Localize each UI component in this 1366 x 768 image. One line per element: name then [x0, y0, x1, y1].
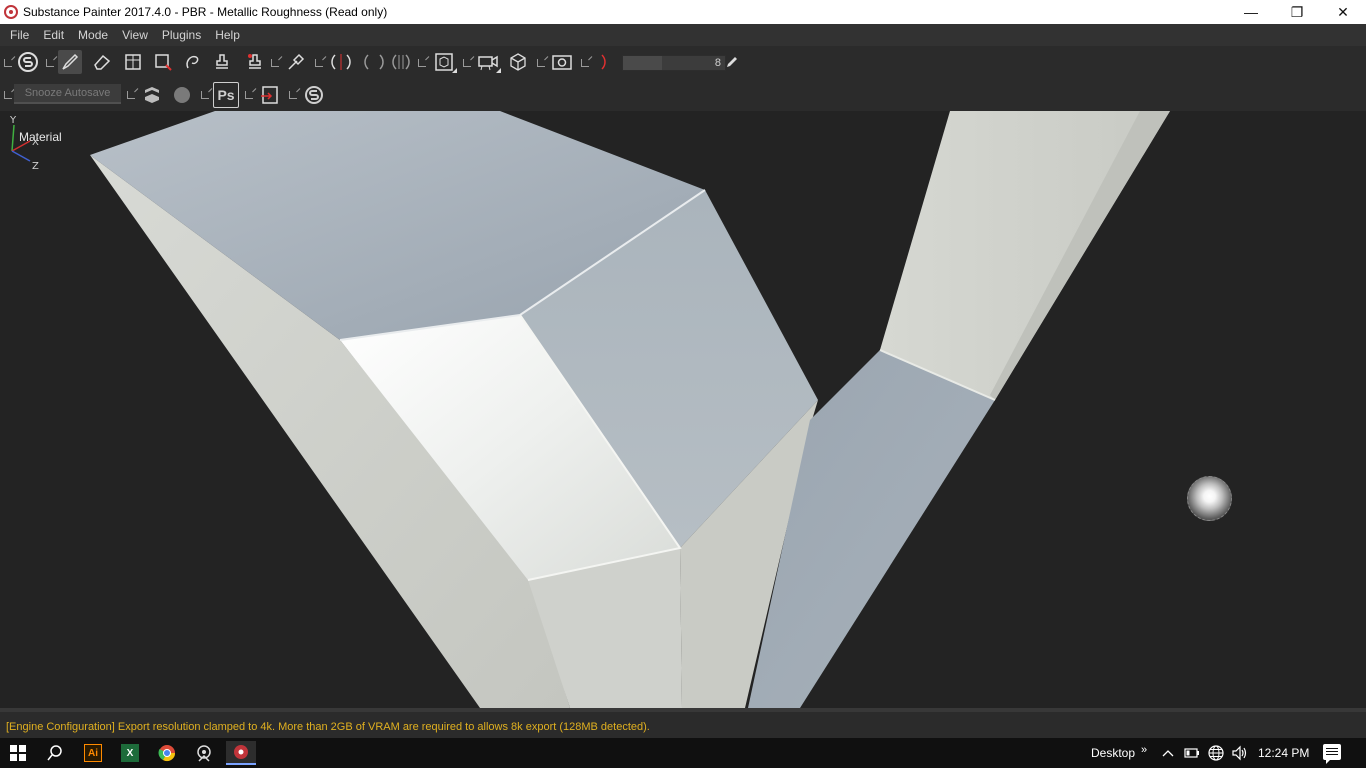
show-hidden-icons-chevron-up-icon[interactable] — [1159, 738, 1177, 768]
windows-taskbar: Ai X Desktop » 12:24 PM — [0, 738, 1366, 768]
toolbar-detach-icon[interactable] — [245, 91, 253, 99]
toolbar-detach-icon[interactable] — [4, 59, 12, 67]
symmetry-radial-icon[interactable] — [388, 50, 414, 74]
submenu-corner-icon — [496, 68, 501, 73]
axis-z-label: Z — [32, 161, 39, 169]
close-button[interactable]: ✕ — [1320, 0, 1366, 24]
toolbar-detach-icon[interactable] — [271, 59, 279, 67]
substance-source-icon[interactable] — [302, 83, 326, 107]
excel-icon[interactable]: X — [115, 741, 145, 765]
view-cube-icon[interactable] — [506, 50, 530, 74]
symmetry-x-icon[interactable] — [360, 50, 388, 74]
toolbar-detach-icon[interactable] — [127, 91, 135, 99]
system-clock[interactable]: 12:24 PM — [1258, 738, 1309, 768]
toolbar-detach-icon[interactable] — [315, 59, 323, 67]
tools-toolbar: 8 — [0, 46, 1366, 79]
polygon-fill-icon[interactable] — [151, 50, 175, 74]
photoshop-export-button[interactable]: Ps — [213, 82, 239, 108]
menu-help[interactable]: Help — [208, 24, 247, 46]
mesh-render — [90, 111, 1170, 708]
desktop-chevrons-icon[interactable]: » — [1141, 738, 1147, 768]
minimize-button[interactable]: — — [1228, 0, 1274, 24]
screenshot-camera-icon[interactable] — [550, 50, 574, 74]
status-bar: [Engine Configuration] Export resolution… — [0, 708, 1366, 738]
color-picker-icon[interactable] — [284, 50, 308, 74]
axis-x-label: X — [32, 137, 39, 148]
menu-bar: File Edit Mode View Plugins Help — [0, 24, 1366, 46]
menu-mode[interactable]: Mode — [71, 24, 115, 46]
battery-icon[interactable] — [1182, 738, 1202, 768]
restore-button[interactable]: ❐ — [1274, 0, 1320, 24]
brush-size-value: 8 — [714, 57, 721, 69]
3d-viewport[interactable]: Material Y X Z — [0, 111, 1366, 708]
submenu-corner-icon — [452, 68, 457, 73]
action-center-notification-icon[interactable] — [1323, 744, 1341, 764]
brush-size-fill — [623, 56, 662, 70]
pencil-edit-icon[interactable] — [723, 51, 741, 73]
toolbar-detach-icon[interactable] — [46, 59, 54, 67]
symmetry-red-icon[interactable] — [592, 50, 616, 74]
substance-painter-taskbar-icon[interactable] — [226, 741, 256, 765]
chrome-icon[interactable] — [152, 741, 182, 765]
toolbar-detach-icon[interactable] — [201, 91, 209, 99]
window-title: Substance Painter 2017.4.0 - PBR - Metal… — [23, 5, 388, 19]
menu-view[interactable]: View — [115, 24, 155, 46]
desktop-toolbar-label[interactable]: Desktop — [1091, 738, 1135, 768]
resources-updater-icon[interactable] — [258, 83, 282, 107]
window-controls: — ❐ ✕ — [1228, 0, 1366, 24]
substance-painter-logo-icon — [4, 5, 18, 19]
excel-label: X — [121, 744, 139, 762]
substance-s-icon[interactable] — [140, 83, 164, 107]
eraser-icon[interactable] — [90, 50, 114, 74]
brush-size-slider[interactable]: 8 — [622, 55, 726, 71]
environment-light-handle[interactable] — [1187, 476, 1232, 521]
axis-gizmo-icon: Y X Z — [9, 115, 39, 169]
paint-brush-icon[interactable] — [58, 50, 82, 74]
material-picker-stamp-icon[interactable] — [243, 50, 267, 74]
windows-start-icon[interactable] — [3, 741, 33, 765]
title-bar: Substance Painter 2017.4.0 - PBR - Metal… — [0, 0, 1366, 24]
illustrator-icon[interactable]: Ai — [78, 741, 108, 765]
menu-plugins[interactable]: Plugins — [155, 24, 208, 46]
status-message: [Engine Configuration] Export resolution… — [6, 721, 650, 733]
clone-stamp-icon[interactable] — [210, 50, 234, 74]
toolbar-detach-icon[interactable] — [581, 59, 589, 67]
snooze-autosave-button[interactable]: Snooze Autosave — [14, 84, 121, 104]
volume-speaker-icon[interactable] — [1229, 738, 1251, 768]
menu-file[interactable]: File — [3, 24, 36, 46]
smudge-icon[interactable] — [180, 50, 204, 74]
toolbar-detach-icon[interactable] — [537, 59, 545, 67]
toolbar-detach-icon[interactable] — [418, 59, 426, 67]
network-globe-icon[interactable] — [1205, 738, 1227, 768]
illustrator-label: Ai — [84, 744, 102, 762]
sphere-icon[interactable] — [170, 83, 194, 107]
axis-y-label: Y — [9, 115, 17, 126]
toolbar-detach-icon[interactable] — [463, 59, 471, 67]
toolbar-detach-icon[interactable] — [289, 91, 297, 99]
symmetry-icon[interactable] — [326, 50, 356, 74]
app-unknown-icon[interactable] — [189, 741, 219, 765]
plugins-toolbar: Ps — [0, 79, 1366, 111]
substance-share-icon[interactable] — [16, 50, 40, 74]
search-icon[interactable] — [40, 741, 70, 765]
toolbar-detach-icon[interactable] — [4, 91, 12, 99]
menu-edit[interactable]: Edit — [36, 24, 71, 46]
projection-icon[interactable] — [121, 50, 145, 74]
